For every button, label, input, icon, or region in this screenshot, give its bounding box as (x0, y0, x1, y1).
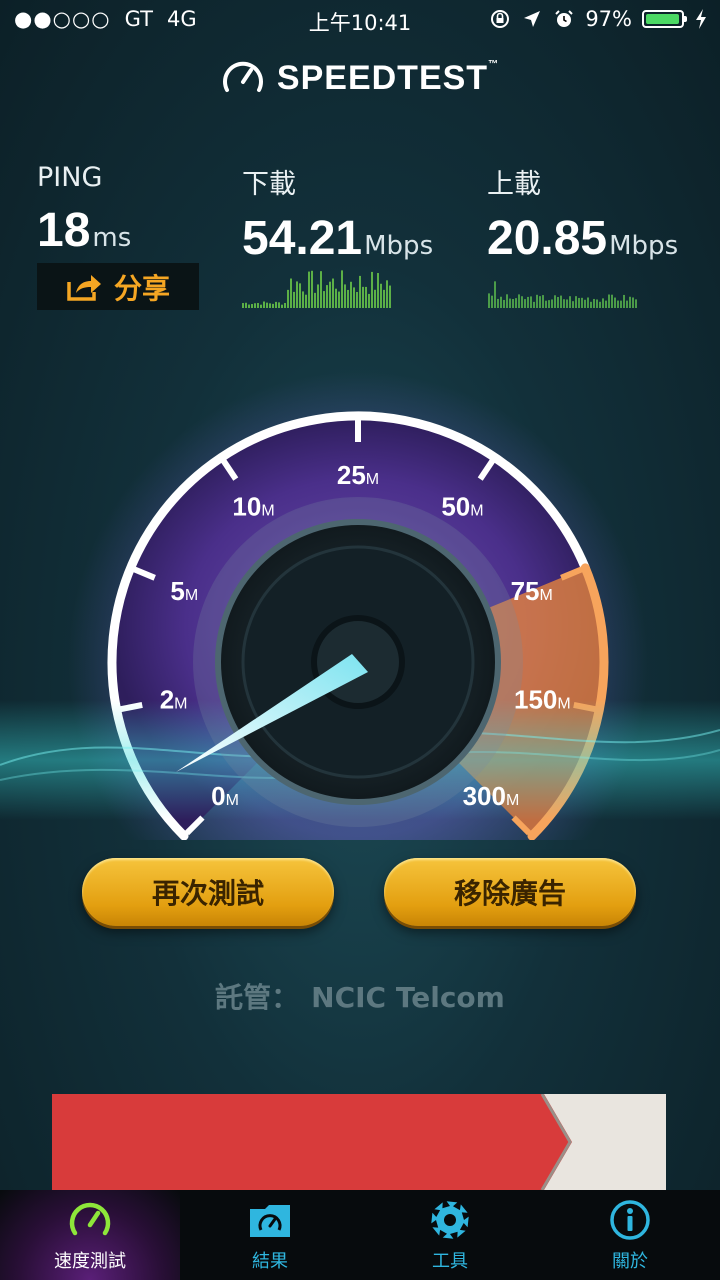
trademark: ™ (488, 58, 500, 70)
ping-unit: ms (92, 223, 132, 253)
tab-speed-test-label: 速度測試 (54, 1251, 126, 1272)
speed-gauge: 0M2M5M10M25M50M75M150M300M (0, 372, 720, 840)
tab-tools-label: 工具 (432, 1251, 468, 1272)
download-unit: Mbps (364, 231, 434, 261)
download-stat: 下載 54.21Mbps (242, 162, 433, 266)
upload-stat: 上載 20.85Mbps (487, 162, 678, 266)
charging-bolt-icon (696, 9, 706, 29)
tab-bar: 速度測試 結果 工具 關於 (0, 1190, 720, 1280)
host-name: NCIC Telcom (311, 981, 505, 1014)
alarm-clock-icon (555, 10, 574, 27)
tab-about-label: 關於 (612, 1251, 648, 1272)
tab-about[interactable]: 關於 (540, 1190, 720, 1280)
remove-ads-button[interactable]: 移除廣告 (384, 858, 636, 926)
tab-speed-test[interactable]: 速度測試 (0, 1190, 180, 1280)
upload-value: 20.85 (487, 212, 608, 265)
rotation-lock-icon (491, 10, 510, 28)
upload-unit: Mbps (609, 231, 679, 261)
battery-percent: 97% (585, 7, 632, 31)
tab-tools[interactable]: 工具 (360, 1190, 540, 1280)
host-info: 託管： NCIC Telcom (0, 976, 720, 1016)
share-button[interactable]: 分享 (37, 263, 199, 310)
download-sparkline (242, 270, 391, 308)
info-icon (610, 1200, 650, 1240)
retest-button[interactable]: 再次測試 (82, 858, 334, 926)
status-bar: ●●○○○ GT 4G 上午10:41 97% (0, 0, 720, 40)
app-header: SPEEDTEST™ (0, 58, 720, 98)
upload-sparkline (488, 281, 637, 308)
results-folder-icon (250, 1205, 290, 1237)
ad-banner[interactable] (52, 1094, 666, 1190)
host-label: 託管： (215, 981, 300, 1014)
location-arrow-icon (524, 11, 541, 27)
ping-stat: PING 18ms (37, 162, 131, 258)
share-label: 分享 (113, 271, 170, 305)
download-value: 54.21 (242, 212, 363, 265)
upload-label: 上載 (487, 169, 541, 200)
app-title: SPEEDTEST™ (276, 58, 500, 97)
battery-icon (642, 10, 687, 28)
ad-banner-arrow (532, 1094, 572, 1190)
share-icon (67, 274, 101, 301)
download-label: 下載 (242, 169, 296, 200)
ping-value: 18 (37, 204, 91, 257)
tab-results[interactable]: 結果 (180, 1190, 360, 1280)
ping-label: PING (37, 162, 103, 193)
speedtest-logo-icon (222, 61, 263, 92)
speedometer-icon (69, 1202, 111, 1236)
gear-icon (431, 1201, 469, 1239)
retest-label: 再次測試 (151, 877, 264, 910)
tab-results-label: 結果 (252, 1251, 288, 1272)
remove-ads-label: 移除廣告 (453, 877, 566, 910)
ad-banner-red-block (52, 1094, 544, 1190)
